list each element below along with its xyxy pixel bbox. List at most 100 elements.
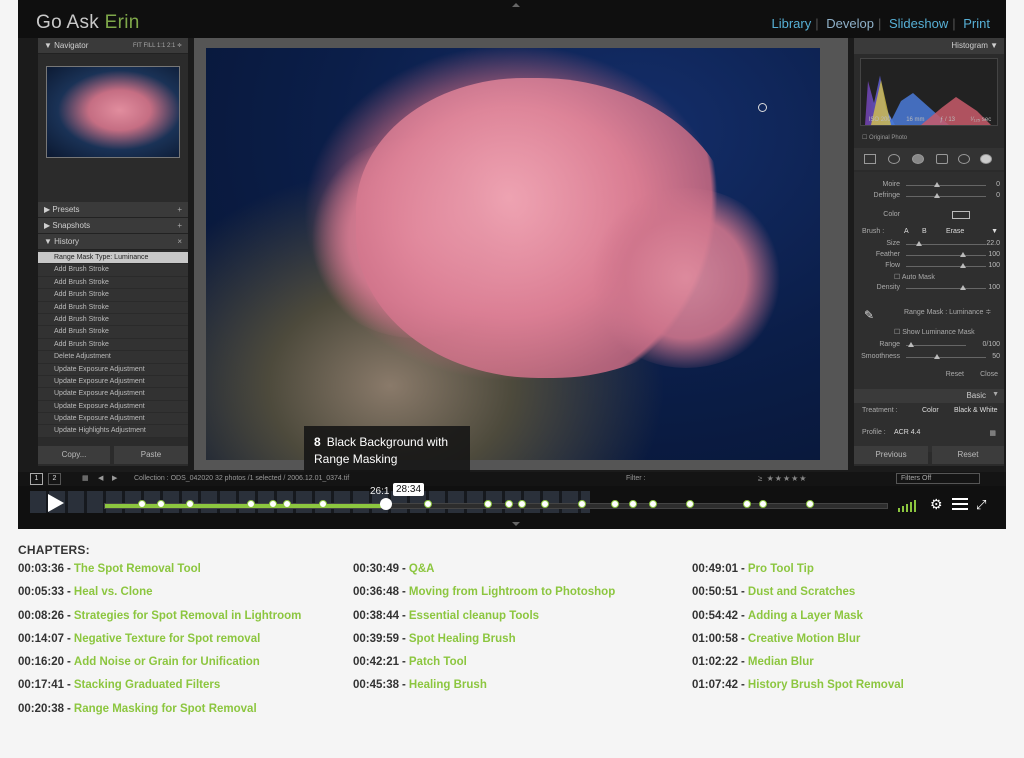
profile-select[interactable]: ACR 4.4: [894, 429, 920, 436]
chapter-link[interactable]: Q&A: [409, 563, 435, 575]
history-item[interactable]: Update Exposure Adjustment: [38, 413, 188, 426]
mask-reset-button[interactable]: Reset: [946, 371, 964, 378]
basic-header[interactable]: Basic ▼: [854, 389, 1004, 403]
chapter-marker[interactable]: [318, 500, 327, 508]
history-item[interactable]: Range Mask Type: Luminance: [38, 252, 188, 265]
treatment-bw-button[interactable]: Black & White: [954, 407, 998, 414]
module-library[interactable]: Library: [772, 16, 812, 31]
chapter-link[interactable]: Heal vs. Clone: [74, 586, 153, 598]
history-item[interactable]: Add Brush Stroke: [38, 338, 188, 352]
feather-slider[interactable]: [960, 252, 966, 257]
smoothness-slider[interactable]: [934, 354, 940, 359]
flow-slider[interactable]: [960, 263, 966, 268]
chapter-marker[interactable]: [423, 500, 432, 508]
fullscreen-icon[interactable]: ⤢: [976, 498, 986, 511]
progress-track[interactable]: [104, 503, 888, 509]
chapter-marker[interactable]: [805, 500, 814, 508]
history-item[interactable]: Update Exposure Adjustment: [38, 375, 188, 389]
treatment-color-button[interactable]: Color: [922, 407, 939, 414]
chapter-link[interactable]: History Brush Spot Removal: [748, 679, 904, 691]
filters-off-select[interactable]: Filters Off: [896, 473, 980, 484]
graduated-filter-icon[interactable]: [936, 154, 948, 164]
history-item[interactable]: Update Highlights Adjustment: [38, 425, 188, 438]
history-item[interactable]: Update Exposure Adjustment: [38, 388, 188, 401]
history-item[interactable]: Update Exposure Adjustment: [38, 363, 188, 376]
video-player[interactable]: Go Ask Erin Library | Develop | Slideshow |…: [18, 0, 1006, 529]
snapshots-header[interactable]: ▶ Snapshots +: [38, 218, 188, 234]
volume-icon[interactable]: [898, 500, 920, 512]
previous-button[interactable]: Previous: [854, 446, 928, 464]
page-2-button[interactable]: 2: [48, 473, 61, 485]
settings-gear-icon[interactable]: ⚙: [930, 497, 943, 511]
chapter-link[interactable]: Strategies for Spot Removal in Lightroom: [74, 610, 301, 622]
module-slideshow[interactable]: Slideshow: [889, 16, 948, 31]
chapters-list-icon[interactable]: [952, 498, 968, 511]
color-swatch[interactable]: [952, 211, 970, 219]
history-header[interactable]: ▼ History ×: [38, 234, 188, 250]
module-develop[interactable]: Develop: [826, 16, 874, 31]
chapter-link[interactable]: Moving from Lightroom to Photoshop: [409, 586, 615, 598]
chapter-link[interactable]: Spot Healing Brush: [409, 633, 516, 645]
auto-mask-checkbox[interactable]: ☐ Auto Mask: [894, 273, 935, 281]
history-item[interactable]: Add Brush Stroke: [38, 264, 188, 277]
navigator-header[interactable]: ▼ Navigator FIT FILL 1:1 2:1 ≑: [38, 38, 188, 54]
navigator-thumbnail[interactable]: [46, 66, 180, 158]
chapter-link[interactable]: Essential cleanup Tools: [409, 610, 539, 622]
brush-erase-tab[interactable]: Erase: [946, 228, 964, 235]
size-slider[interactable]: [916, 241, 922, 246]
chapter-marker[interactable]: [268, 500, 277, 508]
play-icon[interactable]: [48, 494, 64, 512]
chapter-marker[interactable]: [517, 500, 526, 508]
crop-icon[interactable]: [864, 154, 876, 164]
original-photo-checkbox[interactable]: ☐ Original Photo: [862, 134, 907, 141]
brush-collapse-icon[interactable]: ▼: [991, 228, 998, 235]
chapter-link[interactable]: Range Masking for Spot Removal: [74, 703, 257, 715]
brush-a-tab[interactable]: A: [904, 228, 909, 235]
chapter-marker[interactable]: [282, 500, 291, 508]
chapter-marker[interactable]: [648, 500, 657, 508]
profile-grid-icon[interactable]: ▦: [989, 429, 996, 437]
chapter-marker[interactable]: [504, 500, 513, 508]
chapter-link[interactable]: Dust and Scratches: [748, 586, 855, 598]
chapter-marker[interactable]: [246, 500, 255, 508]
chapter-link[interactable]: Adding a Layer Mask: [748, 610, 863, 622]
back-icon[interactable]: ◀: [98, 474, 103, 482]
defringe-slider[interactable]: [934, 193, 940, 198]
spot-removal-icon[interactable]: [888, 154, 900, 164]
chapter-link[interactable]: Stacking Graduated Filters: [74, 679, 220, 691]
page-1-button[interactable]: 1: [30, 473, 43, 485]
chapter-link[interactable]: Add Noise or Grain for Unification: [74, 656, 260, 668]
clear-history-icon[interactable]: ×: [177, 234, 182, 250]
collapse-bottom-icon[interactable]: [512, 522, 520, 526]
brush-b-tab[interactable]: B: [922, 228, 927, 235]
density-slider[interactable]: [960, 285, 966, 290]
basic-collapse-icon[interactable]: ▼: [992, 391, 999, 398]
grid-view-icon[interactable]: ▦: [82, 474, 89, 482]
eyedropper-icon[interactable]: ✎: [864, 308, 874, 322]
range-slider[interactable]: [908, 342, 914, 347]
rating-filter[interactable]: ≥ ★★★★★: [758, 474, 807, 483]
chapter-marker[interactable]: [758, 500, 767, 508]
history-item[interactable]: Add Brush Stroke: [38, 301, 188, 314]
add-snapshot-icon[interactable]: +: [177, 218, 182, 234]
chapter-link[interactable]: Median Blur: [748, 656, 814, 668]
chapter-link[interactable]: The Spot Removal Tool: [74, 563, 201, 575]
history-item[interactable]: Add Brush Stroke: [38, 326, 188, 339]
radial-filter-icon[interactable]: [958, 154, 970, 164]
copy-button[interactable]: Copy...: [38, 446, 110, 464]
add-preset-icon[interactable]: +: [177, 202, 182, 218]
red-eye-icon[interactable]: [912, 154, 924, 164]
module-print[interactable]: Print: [963, 16, 990, 31]
chapter-link[interactable]: Negative Texture for Spot removal: [74, 633, 260, 645]
history-item[interactable]: Add Brush Stroke: [38, 276, 188, 290]
chapter-link[interactable]: Pro Tool Tip: [748, 563, 814, 575]
mask-close-button[interactable]: Close: [980, 371, 998, 378]
histogram-header[interactable]: Histogram ▼: [854, 38, 1004, 54]
adjustment-brush-icon[interactable]: [980, 154, 992, 164]
chapter-link[interactable]: Creative Motion Blur: [748, 633, 860, 645]
chapter-link[interactable]: Healing Brush: [409, 679, 487, 691]
moire-slider[interactable]: [934, 182, 940, 187]
show-luminance-checkbox[interactable]: ☐ Show Luminance Mask: [894, 328, 975, 336]
history-item[interactable]: Delete Adjustment: [38, 351, 188, 364]
presets-header[interactable]: ▶ Presets +: [38, 202, 188, 218]
